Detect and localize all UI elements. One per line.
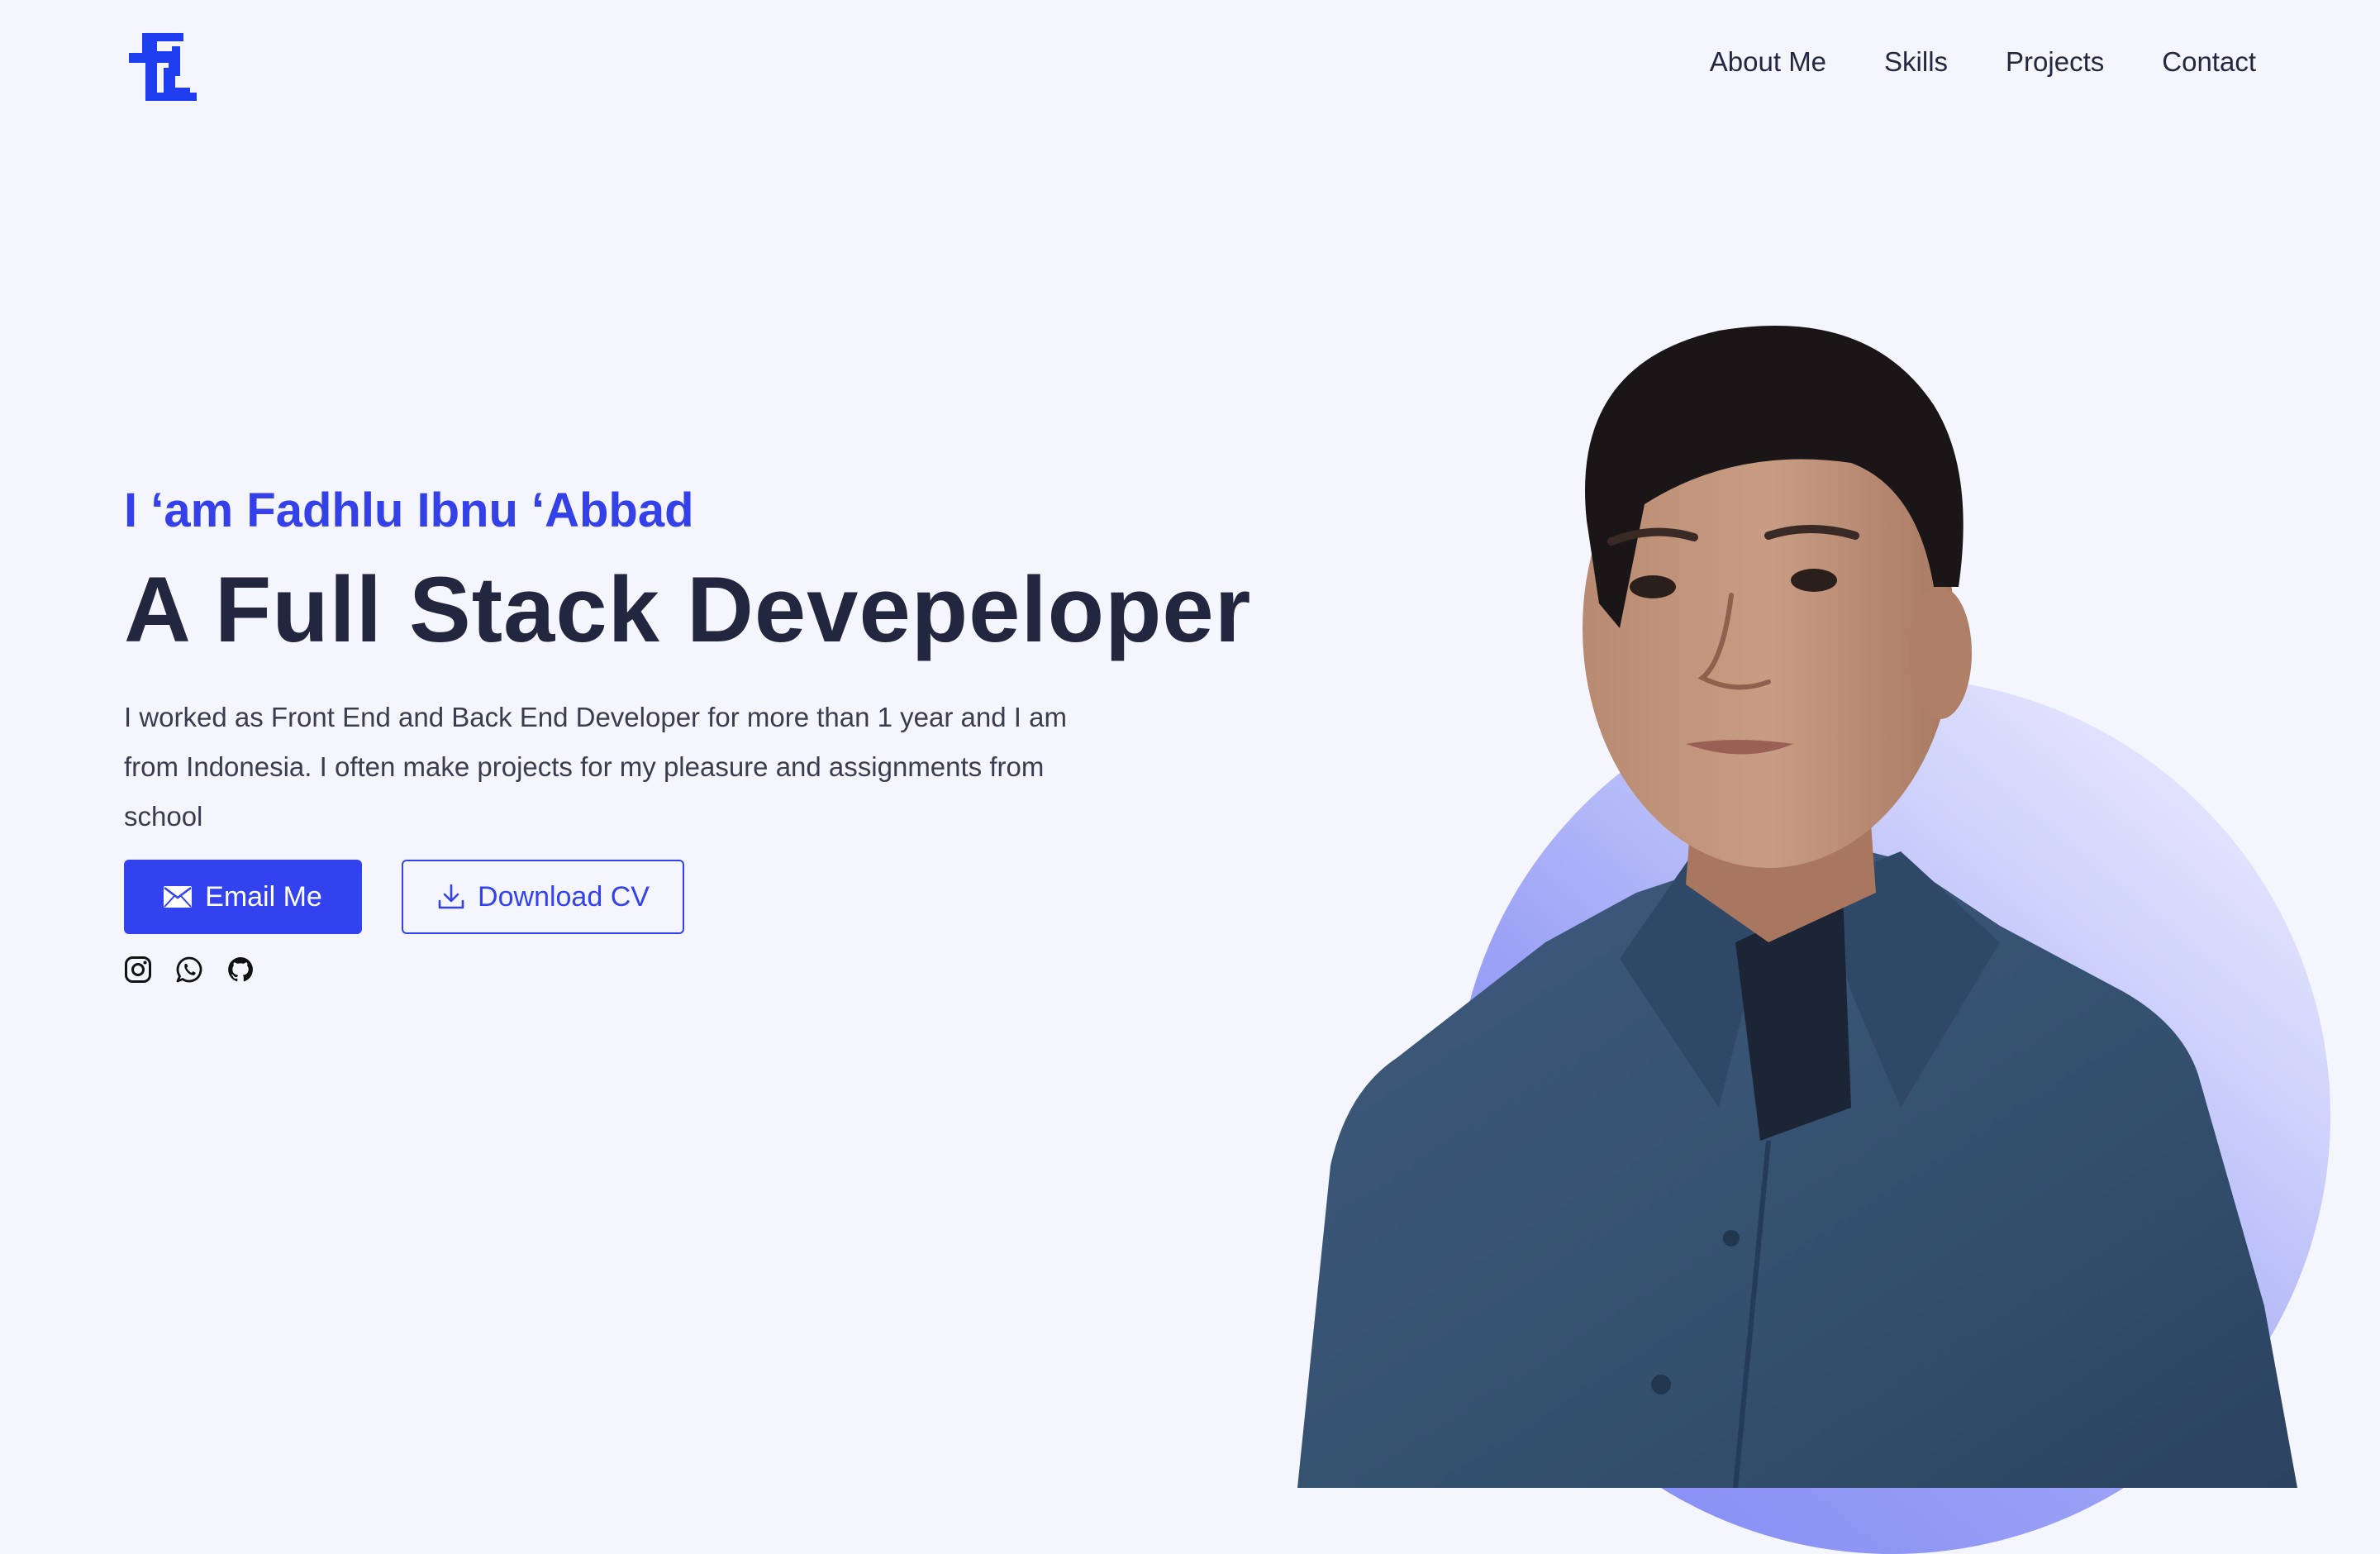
- hero-buttons: Email Me Download CV: [124, 860, 1364, 934]
- download-cv-button[interactable]: Download CV: [402, 860, 684, 934]
- nav-contact[interactable]: Contact: [2162, 46, 2256, 78]
- hero-headline: A Full Stack Devepeloper: [124, 558, 1252, 661]
- download-cv-label: Download CV: [478, 880, 650, 913]
- hero-description: I worked as Front End and Back End Devel…: [124, 702, 1067, 832]
- nav-projects[interactable]: Projects: [2006, 46, 2104, 78]
- hero-section: I ‘am Fadhlu Ibnu ‘Abbad A Full Stack De…: [124, 478, 1364, 984]
- instagram-icon[interactable]: [124, 956, 152, 984]
- envelope-icon: [164, 886, 193, 908]
- nav-skills[interactable]: Skills: [1884, 46, 1948, 78]
- brand-logo[interactable]: [124, 30, 200, 104]
- whatsapp-icon[interactable]: [175, 956, 203, 984]
- download-icon: [436, 883, 466, 911]
- profile-photo: [1273, 314, 2347, 1489]
- hero-greeting: I ‘am Fadhlu Ibnu ‘Abbad: [124, 484, 694, 537]
- email-me-button[interactable]: Email Me: [124, 860, 362, 934]
- main-nav: About Me Skills Projects Contact: [1710, 46, 2256, 78]
- github-icon[interactable]: [226, 956, 255, 984]
- social-links: [124, 956, 1364, 984]
- nav-about-me[interactable]: About Me: [1710, 46, 1826, 78]
- email-me-label: Email Me: [205, 880, 322, 913]
